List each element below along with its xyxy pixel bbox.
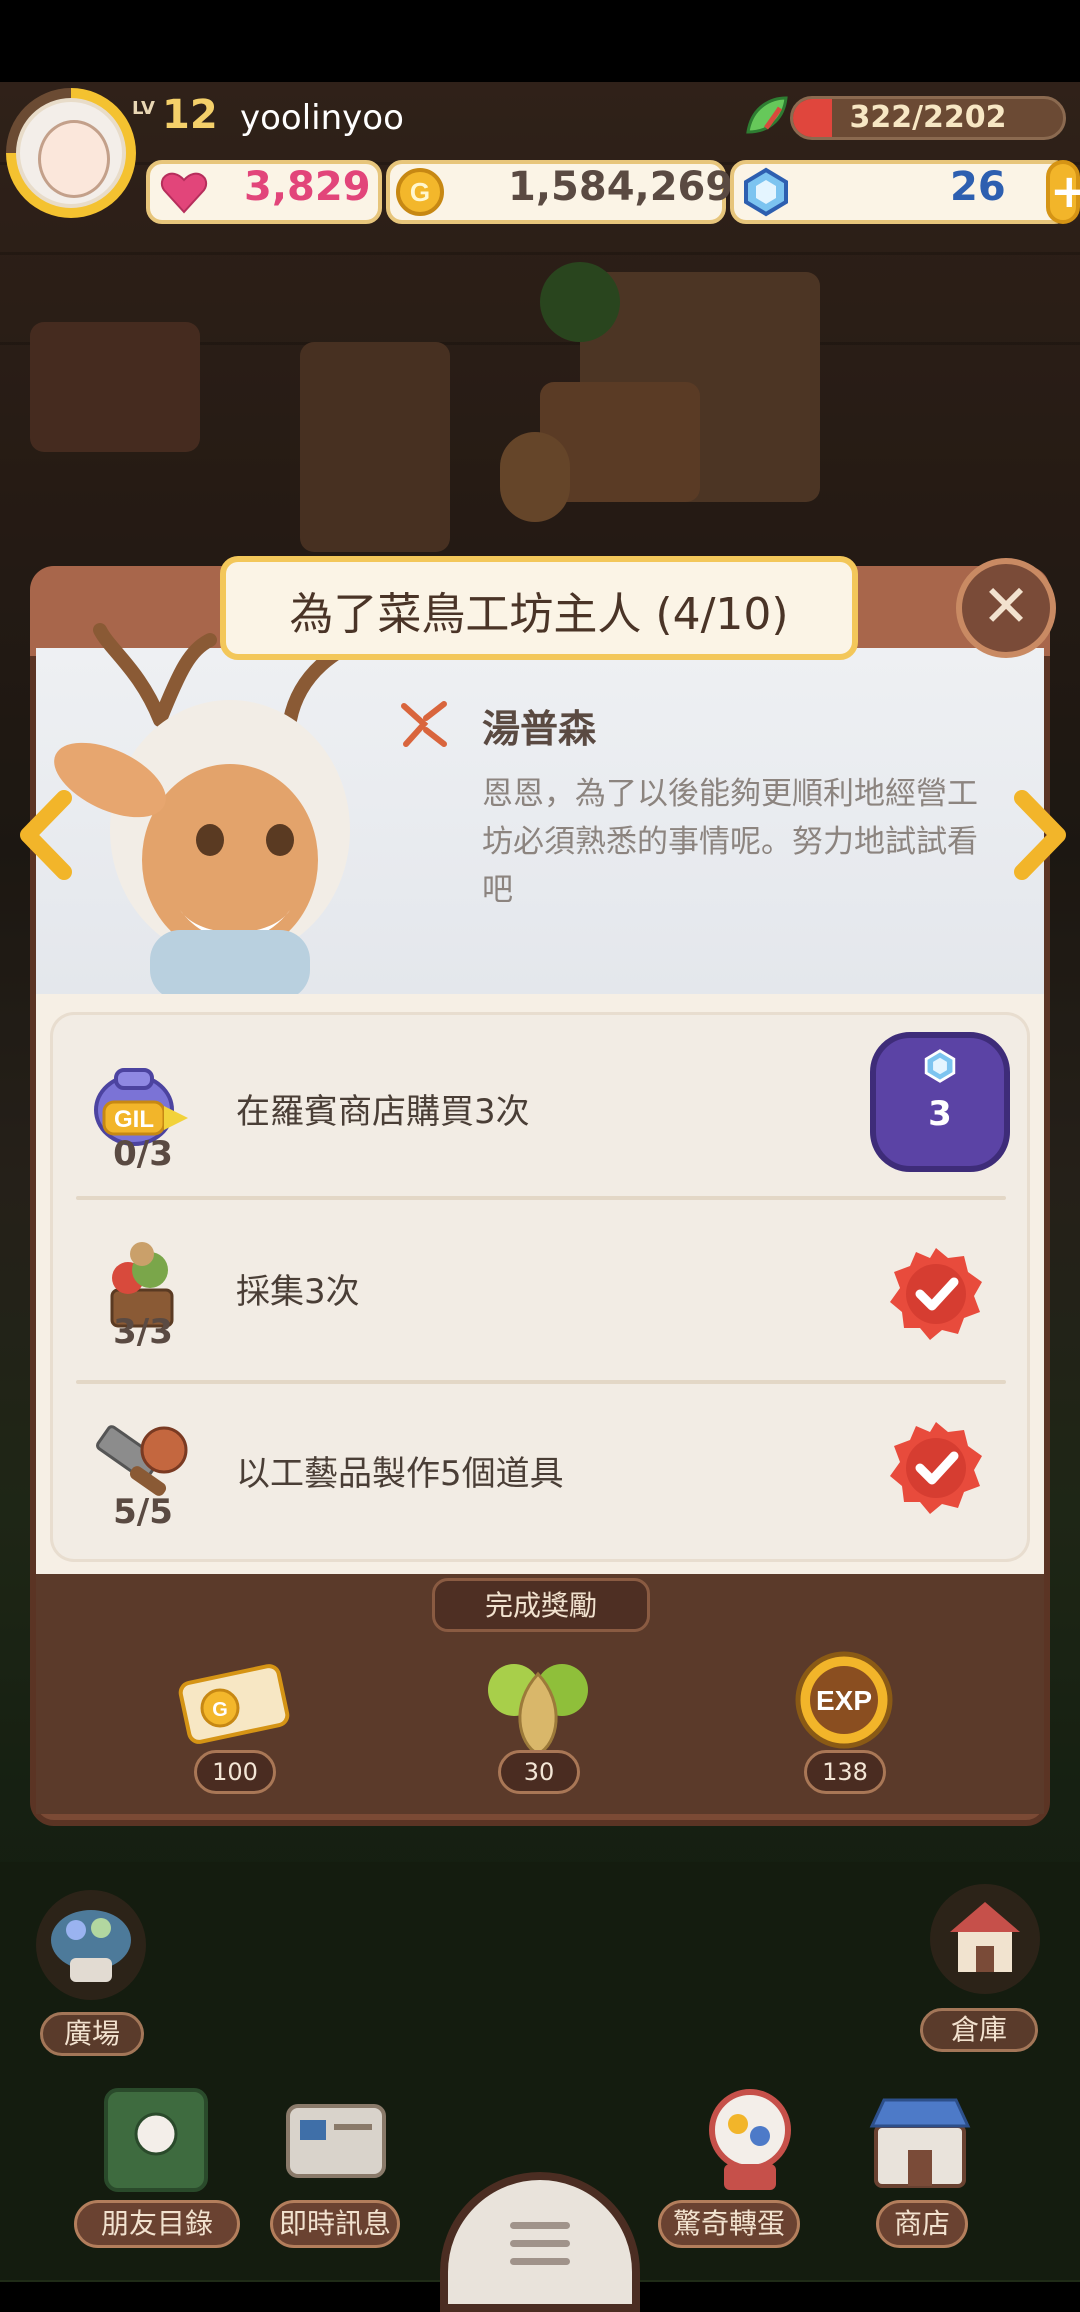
exp-icon: EXP (795, 1651, 893, 1749)
mission-3-progress: 5/5 (113, 1492, 173, 1532)
svg-text:EXP: EXP (816, 1685, 872, 1716)
plaza-icon (51, 1910, 131, 1982)
previous-arrow-icon[interactable] (16, 790, 76, 880)
plus-icon: + (1050, 164, 1080, 218)
messages-icon (286, 2104, 386, 2178)
next-arrow-icon[interactable] (1010, 790, 1070, 880)
warehouse-label[interactable]: 倉庫 (920, 2008, 1038, 2052)
level-number: 12 (162, 92, 218, 138)
close-button[interactable]: ✕ (956, 558, 1056, 658)
gem-icon (744, 167, 788, 217)
shop-icon (869, 2098, 971, 2188)
mission-1-text: 在羅賓商店購買3次 (236, 1092, 530, 1132)
messages-button[interactable]: 即時訊息 (270, 2200, 400, 2248)
warehouse-button[interactable] (930, 1884, 1040, 1994)
mission-reward-amount: 3 (928, 1094, 952, 1134)
plaza-label[interactable]: 廣場 (40, 2012, 144, 2056)
mission-3-text: 以工藝品製作5個道具 (236, 1454, 564, 1494)
warehouse-icon (950, 1902, 1020, 1972)
menu-icon (510, 2222, 570, 2229)
completed-check-icon (890, 1248, 982, 1340)
completed-check-icon (890, 1422, 982, 1514)
svg-text:GIL: GIL (114, 1106, 154, 1133)
avatar[interactable] (16, 98, 126, 208)
mission-1-progress: 0/3 (113, 1134, 173, 1174)
shop-button[interactable]: 商店 (876, 2200, 968, 2248)
gacha-button[interactable]: 驚奇轉蛋 (658, 2200, 800, 2248)
mission-2-progress: 3/3 (113, 1312, 173, 1352)
speaker-mark-icon (401, 701, 447, 747)
gold-coin-icon: G (396, 168, 444, 216)
divider (76, 1380, 1006, 1384)
plaza-button[interactable] (36, 1890, 146, 2000)
reward-onion-amount: 30 (498, 1750, 580, 1794)
speaker-name: 湯普森 (482, 707, 597, 751)
gold-ticket-icon: G (178, 1664, 290, 1744)
add-gems-button[interactable]: + (1046, 160, 1080, 224)
gold-value: 1,584,269 (508, 164, 734, 210)
reward-exp-amount: 138 (804, 1750, 886, 1794)
close-icon: ✕ (981, 572, 1031, 640)
gem-icon (924, 1049, 956, 1083)
onion-icon (488, 1664, 588, 1756)
heart-icon (161, 172, 207, 214)
gems-value: 26 (950, 164, 1006, 210)
svg-text:G: G (212, 1699, 228, 1721)
character-portrait (54, 623, 367, 994)
energy-value: 322/2202 (849, 100, 1007, 135)
speech-text: 恩恩，為了以後能夠更順利地經營工坊必須熟悉的事情呢。努力地試試看吧 (482, 776, 978, 908)
friends-list-button[interactable]: 朋友目錄 (74, 2200, 240, 2248)
svg-text:G: G (410, 177, 430, 207)
divider (76, 1196, 1006, 1200)
rewards-title: 完成獎勵 (484, 1589, 597, 1622)
hearts-value: 3,829 (244, 164, 371, 210)
mission-2-text: 採集3次 (236, 1272, 360, 1312)
reward-gold-amount: 100 (194, 1750, 276, 1794)
level-label: LV (132, 98, 155, 119)
friends-list-icon (104, 2088, 208, 2192)
energy-leaf-icon (746, 96, 788, 134)
quest-title: 為了菜鳥工坊主人 (4/10) (289, 589, 789, 640)
gacha-machine-icon (709, 2089, 791, 2190)
username: yoolinyoo (240, 98, 404, 138)
